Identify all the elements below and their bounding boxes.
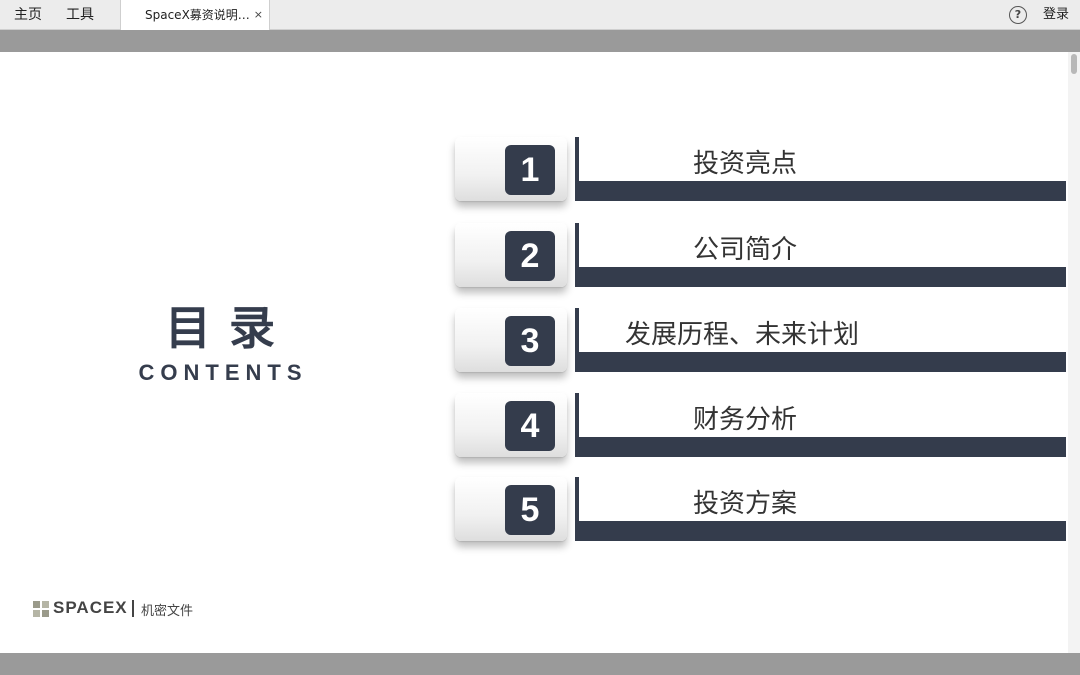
toc-item-bar [578,267,1066,287]
nav-home[interactable]: 主页 [14,0,42,30]
help-icon[interactable]: ? [1009,6,1027,24]
vertical-scrollbar[interactable] [1068,52,1080,653]
toc-item: 3 发展历程、未来计划 [0,308,1068,383]
toc-item-number: 3 [505,316,555,366]
toc-item-number: 1 [505,145,555,195]
toc-item-divider [575,477,579,541]
toc-item-divider [575,223,579,287]
toc-item-number: 2 [505,231,555,281]
toc-item: 1 投资亮点 [0,137,1068,212]
close-icon[interactable]: × [254,0,263,30]
slide-page: 目录 CONTENTS 1 投资亮点 2 公司简介 3 发展历程、未来计划 4 … [0,52,1068,653]
toc-item-label: 公司简介 [692,235,797,265]
toc-item-number: 4 [505,401,555,451]
brand-divider [132,600,134,617]
tab-title: SpaceX募资说明… [145,8,250,22]
toc-item-bar [578,352,1066,372]
toc-item-bar [578,521,1066,541]
toc-item-label: 财务分析 [692,405,797,435]
toc-item-bar [578,437,1066,457]
toc-item-divider [575,308,579,372]
confidential-label: 机密文件 [141,604,194,619]
nav-tools[interactable]: 工具 [66,0,94,30]
brand-name: SPACEX [53,598,128,617]
toc-item: 5 投资方案 [0,477,1068,552]
app-toolbar: 主页 工具 SpaceX募资说明… × ? 登录 [0,0,1080,30]
toc-item-divider [575,137,579,201]
spacex-logo-icon [33,601,49,617]
toc-item: 4 财务分析 [0,393,1068,468]
scrollbar-thumb[interactable] [1071,54,1077,74]
toc-item-label: 投资亮点 [692,149,797,179]
toc-item-label: 发展历程、未来计划 [625,320,860,350]
toc-item-label: 投资方案 [692,489,797,519]
toc-item: 2 公司简介 [0,223,1068,298]
toc-item-divider [575,393,579,457]
login-button[interactable]: 登录 [1043,0,1069,30]
document-tab[interactable]: SpaceX募资说明… × [120,0,270,30]
toc-item-bar [578,181,1066,201]
toc-item-number: 5 [505,485,555,535]
